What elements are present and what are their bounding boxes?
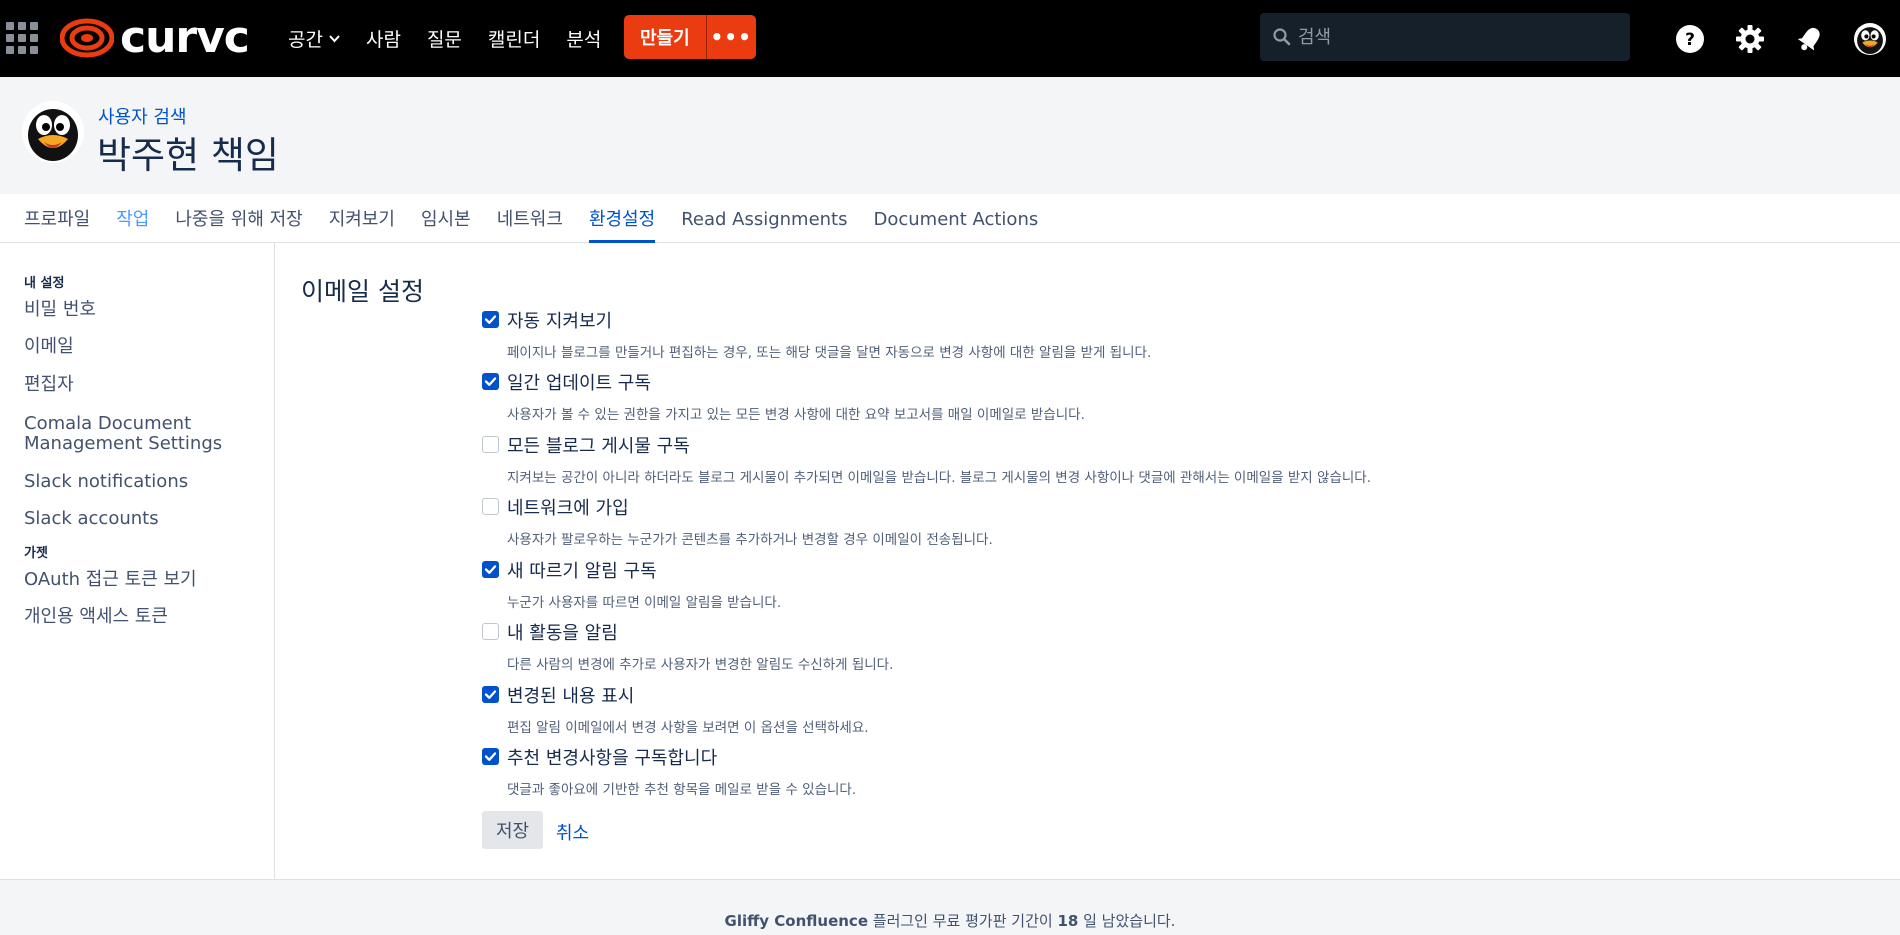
option-label[interactable]: 변경된 내용 표시 (507, 682, 634, 708)
option-label[interactable]: 네트워크에 가입 (507, 494, 629, 520)
tab-drafts[interactable]: 임시본 (421, 194, 471, 243)
create-more-button[interactable]: ••• (705, 15, 756, 59)
sidebar-heading-gadgets: 가젯 (24, 546, 48, 561)
checkbox-auto-watch[interactable] (482, 311, 499, 328)
option-description: 사용자가 팔로우하는 누군가가 콘텐츠를 추가하거나 변경할 경우 이메일이 전… (507, 532, 993, 548)
logo-text: curvc (120, 12, 250, 63)
option-label[interactable]: 새 따르기 알림 구독 (507, 557, 657, 583)
logo-swirl-icon (60, 18, 114, 58)
checkmark-icon (484, 752, 497, 761)
nav-analytics[interactable]: 분석 (566, 25, 601, 52)
user-avatar-button[interactable] (1840, 0, 1900, 77)
save-button[interactable]: 저장 (482, 811, 543, 849)
settings-button[interactable] (1720, 0, 1780, 77)
profile-avatar[interactable] (22, 101, 84, 163)
checkbox-join-network[interactable] (482, 498, 499, 515)
help-icon: ? (1676, 24, 1704, 53)
search-box (1260, 13, 1630, 61)
cancel-link[interactable]: 취소 (556, 819, 589, 845)
notifications-button[interactable] (1780, 0, 1840, 77)
footer-product-name: Gliffy Confluence (724, 912, 868, 930)
option-label[interactable]: 자동 지켜보기 (507, 307, 612, 333)
chevron-down-icon (329, 32, 340, 46)
search-icon (1273, 28, 1291, 46)
footer-trial-notice: Gliffy Confluence 플러그인 무료 평가판 기간이 18 일 남… (0, 910, 1900, 931)
tab-network[interactable]: 네트워크 (497, 194, 563, 243)
page-title: 박주현 책임 (97, 134, 279, 177)
option-description: 댓글과 좋아요에 기반한 추천 항목을 메일로 받을 수 있습니다. (507, 782, 857, 798)
sidebar-item-slack-notifications[interactable]: Slack notifications (24, 472, 188, 492)
option-label[interactable]: 일간 업데이트 구독 (507, 369, 651, 395)
footer-text-1: 플러그인 무료 평가판 기간이 (868, 912, 1058, 930)
sidebar-item-slack-accounts[interactable]: Slack accounts (24, 509, 159, 529)
search-input[interactable] (1298, 26, 1618, 48)
checkbox-new-follower[interactable] (482, 561, 499, 578)
nav-spaces-label: 공간 (288, 29, 323, 51)
option-description: 지켜보는 공간이 아니라 하더라도 블로그 게시물이 추가되면 이메일을 받습니… (507, 470, 1371, 486)
tab-profile[interactable]: 프로파일 (24, 194, 90, 243)
checkmark-icon (484, 377, 497, 386)
help-button[interactable]: ? (1660, 0, 1720, 77)
settings-sidebar: 내 설정 비밀 번호 이메일 편집자 Comala Document Manag… (0, 243, 275, 879)
option-description: 사용자가 볼 수 있는 권한을 가지고 있는 모든 변경 사항에 대한 요약 보… (507, 407, 1085, 423)
checkbox-all-blog-posts[interactable] (482, 436, 499, 453)
penguin-avatar-icon (22, 101, 84, 163)
nav-calendar[interactable]: 캘린더 (488, 25, 540, 52)
notification-icon (1797, 27, 1820, 50)
option-label[interactable]: 내 활동을 알림 (507, 619, 618, 645)
checkmark-icon (484, 565, 497, 574)
top-navigation: curvc 공간 사람 질문 캘린더 분석 만들기 ••• ? (0, 0, 1900, 77)
sidebar-item-editor[interactable]: 편집자 (24, 375, 74, 395)
create-button[interactable]: 만들기 (624, 15, 706, 59)
app-switcher-icon[interactable] (6, 22, 38, 54)
sidebar-item-personal-access-tokens[interactable]: 개인용 액세스 토큰 (24, 607, 168, 627)
tab-document-actions[interactable]: Document Actions (874, 194, 1039, 243)
tab-read-assignments[interactable]: Read Assignments (681, 194, 847, 243)
tab-work[interactable]: 작업 (116, 194, 149, 243)
checkbox-daily-update[interactable] (482, 373, 499, 390)
sidebar-item-password[interactable]: 비밀 번호 (24, 300, 96, 320)
option-description: 편집 알림 이메일에서 변경 사항을 보려면 이 옵션을 선택하세요. (507, 720, 869, 736)
sidebar-item-email[interactable]: 이메일 (24, 337, 74, 357)
svg-text:?: ? (1685, 30, 1695, 50)
footer-days-left: 18 (1057, 912, 1079, 930)
user-avatar-icon (1854, 22, 1886, 55)
checkmark-icon (484, 690, 497, 699)
checkbox-recommended-updates[interactable] (482, 748, 499, 765)
sidebar-heading-my-settings: 내 설정 (24, 276, 65, 291)
tab-saved-for-later[interactable]: 나중을 위해 저장 (175, 194, 302, 243)
gear-icon (1736, 24, 1764, 53)
option-label[interactable]: 추천 변경사항을 구독합니다 (507, 744, 717, 770)
tab-settings[interactable]: 환경설정 (588, 194, 656, 243)
logo[interactable]: curvc (60, 12, 250, 63)
create-button-group: 만들기 ••• (624, 15, 756, 59)
nav-people[interactable]: 사람 (366, 25, 401, 52)
option-label[interactable]: 모든 블로그 게시물 구독 (507, 432, 690, 458)
option-description: 다른 사람의 변경에 추가로 사용자가 변경한 알림도 수신하게 됩니다. (507, 657, 894, 673)
profile-tabs: 프로파일 작업 나중을 위해 저장 지켜보기 임시본 네트워크 환경설정 Rea… (0, 194, 1900, 243)
option-description: 누군가 사용자를 따르면 이메일 알림을 받습니다. (507, 595, 782, 611)
sidebar-item-oauth-tokens[interactable]: OAuth 접근 토큰 보기 (24, 570, 197, 590)
nav-questions[interactable]: 질문 (427, 25, 462, 52)
footer: Gliffy Confluence 플러그인 무료 평가판 기간이 18 일 남… (0, 879, 1900, 935)
section-title-email-settings: 이메일 설정 (301, 277, 424, 306)
profile-header: 사용자 검색 박주현 책임 (0, 77, 1900, 194)
option-description: 페이지나 블로그를 만들거나 편집하는 경우, 또는 해당 댓글을 달면 자동으… (507, 345, 1152, 361)
sidebar-item-comala-settings[interactable]: Comala Document Management Settings (24, 414, 244, 454)
tab-watching[interactable]: 지켜보기 (329, 194, 395, 243)
nav-spaces[interactable]: 공간 (288, 25, 340, 52)
checkmark-icon (484, 315, 497, 324)
footer-text-2: 일 남았습니다. (1078, 912, 1176, 930)
checkbox-show-changes[interactable] (482, 686, 499, 703)
checkbox-notify-my-activity[interactable] (482, 623, 499, 640)
